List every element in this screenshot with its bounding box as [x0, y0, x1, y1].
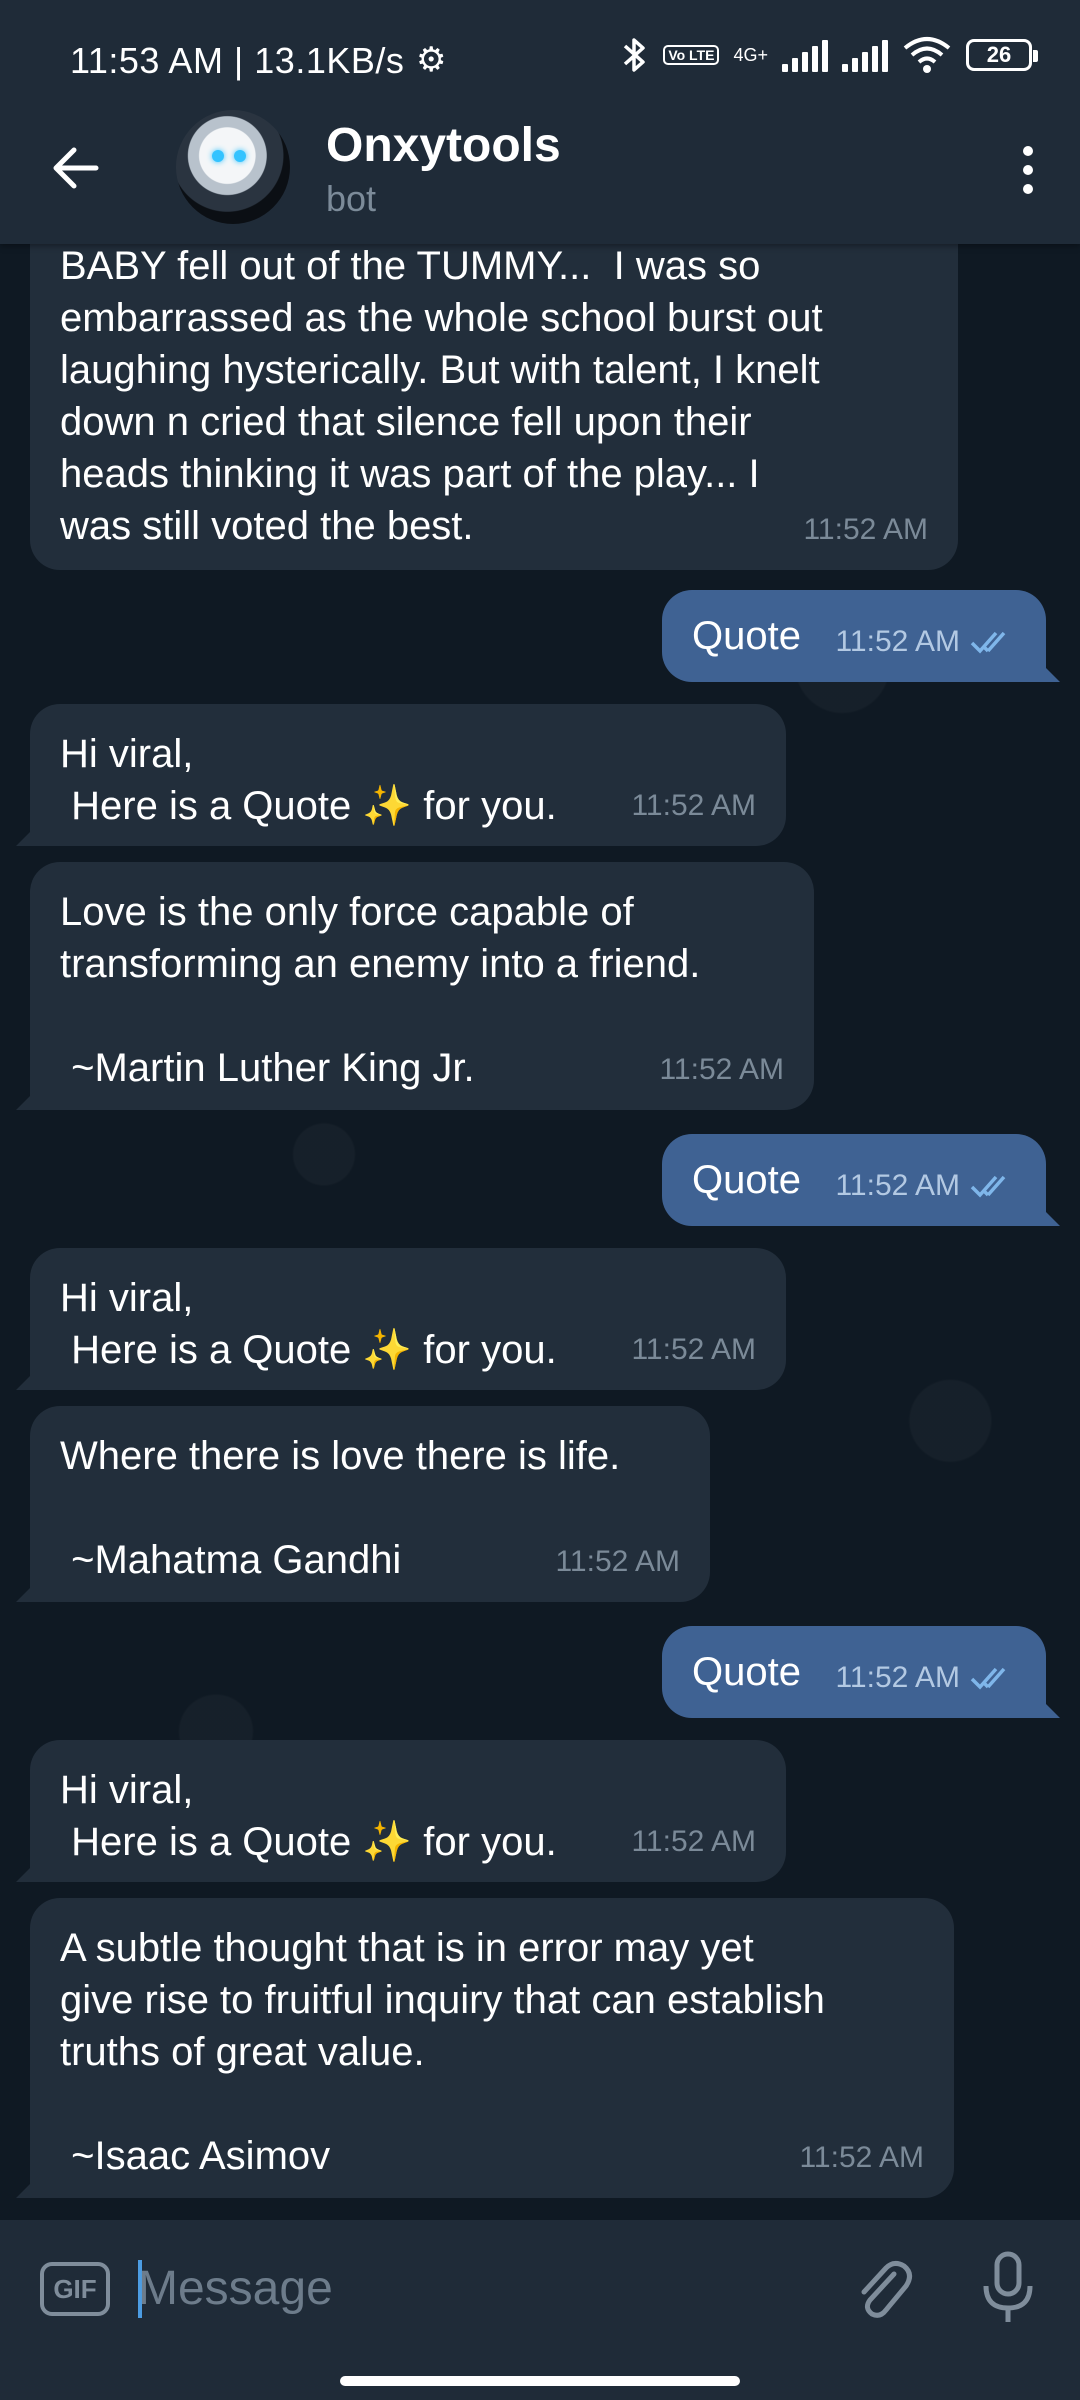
message-bubble-incoming[interactable]: A subtle thought that is in error may ye… [30, 1898, 954, 2198]
message-bubble-incoming[interactable]: Love is the only force capable of transf… [30, 862, 814, 1110]
sparkles-emoji: ✨ [362, 1820, 413, 1864]
wifi-icon [903, 37, 951, 73]
message-time: 11:52 AM [835, 616, 1016, 668]
chat-header: Onxytools bot [0, 110, 1080, 244]
microphone-icon[interactable] [980, 2250, 1036, 2326]
signal-icon [842, 38, 888, 72]
battery-level: 26 [986, 42, 1012, 67]
message-text: A subtle thought that is in error may ye… [60, 1926, 825, 2178]
message-bubble-incoming[interactable]: Where there is love there is life. ~Maha… [30, 1406, 710, 1602]
system-nav-bar [0, 2356, 1080, 2400]
message-time: 11:52 AM [835, 1160, 1016, 1212]
message-time: 11:52 AM [555, 1545, 680, 1578]
message-time: 11:52 AM [803, 513, 928, 546]
double-check-icon [970, 1667, 1006, 1690]
sparkles-emoji: ✨ [362, 784, 413, 828]
paperclip-icon[interactable] [850, 2254, 914, 2324]
message-time: 11:52 AM [659, 1053, 784, 1086]
message-time: 11:52 AM [631, 1333, 756, 1366]
message-composer: GIF [0, 2220, 1080, 2356]
message-bubble-incoming[interactable]: BABY fell out of the TUMMY... I was so e… [30, 214, 958, 570]
network-type: 4G+ [733, 45, 768, 65]
top-bar: 11:53 AM | 13.1KB/s ⚙ Vo LTE 4G+ 26 Onxy… [0, 0, 1080, 244]
gif-button[interactable]: GIF [40, 2262, 110, 2316]
double-check-icon [970, 631, 1006, 654]
message-time: 11:52 AM [799, 2141, 924, 2174]
message-bubble-outgoing[interactable]: Quote 11:52 AM [662, 1134, 1046, 1226]
gear-icon: ⚙ [416, 41, 447, 79]
message-bubble-incoming[interactable]: Hi viral, Here is a Quote ✨ for you. 11:… [30, 1248, 786, 1390]
sparkles-emoji: ✨ [362, 1328, 413, 1372]
message-text: BABY fell out of the TUMMY... I was so e… [60, 244, 823, 548]
arrow-left-icon[interactable] [46, 138, 106, 198]
avatar[interactable] [176, 110, 290, 224]
home-indicator[interactable] [340, 2376, 740, 2386]
message-input[interactable] [138, 2250, 778, 2326]
more-vertical-icon[interactable] [1008, 140, 1048, 200]
bluetooth-icon [624, 38, 646, 72]
volte-badge: Vo LTE [663, 45, 720, 65]
message-bubble-outgoing[interactable]: Quote 11:52 AM [662, 1626, 1046, 1718]
message-bubble-incoming[interactable]: Hi viral, Here is a Quote ✨ for you. 11:… [30, 1740, 786, 1882]
chat-subtitle: bot [326, 178, 377, 219]
message-bubble-incoming[interactable]: Hi viral, Here is a Quote ✨ for you. 11:… [30, 704, 786, 846]
status-bar: 11:53 AM | 13.1KB/s ⚙ Vo LTE 4G+ 26 [0, 0, 1080, 118]
message-time: 11:52 AM [631, 1825, 756, 1858]
chat-title[interactable]: Onxytools [326, 118, 561, 173]
status-icons: Vo LTE 4G+ 26 [621, 36, 1038, 74]
message-time: 11:52 AM [835, 1652, 1016, 1704]
battery-icon: 26 [966, 39, 1038, 71]
chat-area[interactable]: BABY fell out of the TUMMY... I was so e… [0, 0, 1080, 2220]
message-time: 11:52 AM [631, 789, 756, 822]
double-check-icon [970, 1175, 1006, 1198]
message-bubble-outgoing[interactable]: Quote 11:52 AM [662, 590, 1046, 682]
signal-icon [782, 38, 828, 72]
status-time-speed: 11:53 AM | 13.1KB/s [70, 40, 405, 81]
